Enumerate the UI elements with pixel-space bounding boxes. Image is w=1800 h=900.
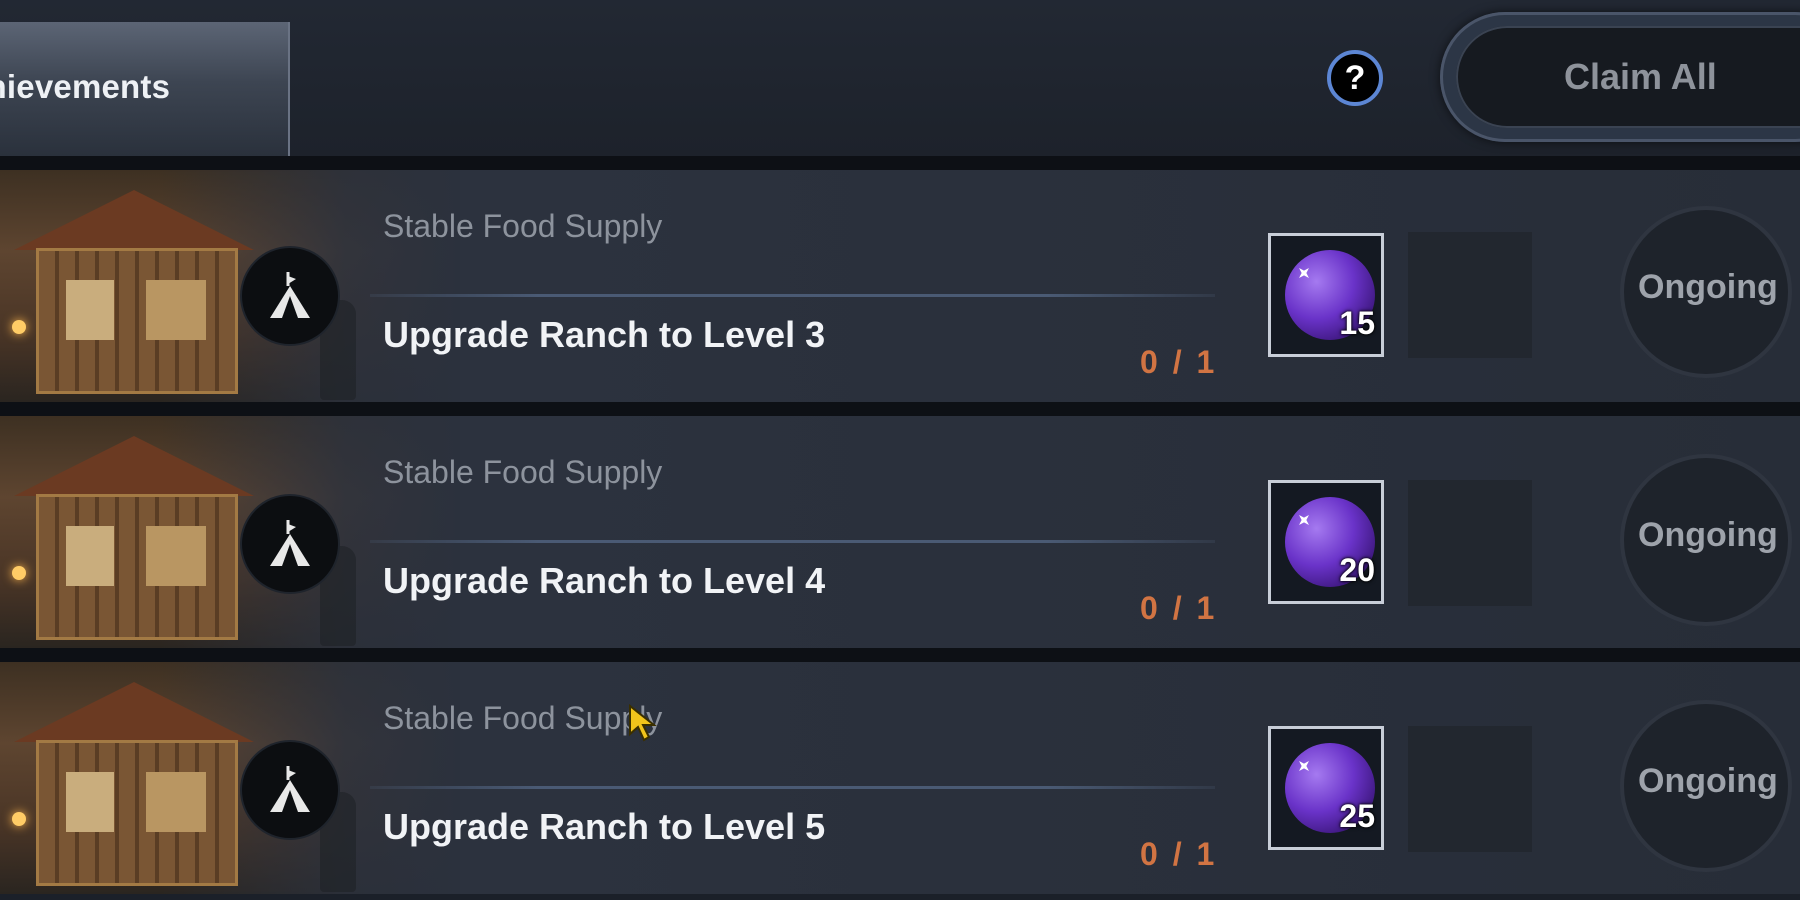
row-divider [370, 786, 1215, 789]
achievement-title: Upgrade Ranch to Level 4 [383, 560, 826, 601]
achievement-progress: 0 / 1 [1140, 344, 1218, 380]
status-button[interactable]: Ongoing [1620, 700, 1792, 872]
empty-reward-slot [1408, 480, 1532, 606]
tab-achievements[interactable]: chievements [0, 22, 290, 156]
achievement-progress: 0 / 1 [1140, 836, 1218, 872]
ranch-thumbnail [0, 662, 460, 894]
achievement-row: Stable Food Supply Upgrade Ranch to Leve… [0, 416, 1800, 648]
row-divider [370, 540, 1215, 543]
help-button[interactable]: ? [1327, 50, 1383, 106]
status-label: Ongoing [1638, 268, 1778, 306]
header-bar: chievements ? Claim All [0, 0, 1800, 156]
achievements-screen: chievements ? Claim All Stable Food Supp… [0, 0, 1800, 900]
achievement-progress: 0 / 1 [1140, 590, 1218, 626]
reward-slot[interactable]: 15 [1268, 233, 1384, 357]
achievement-category: Stable Food Supply [383, 454, 663, 490]
achievement-category: Stable Food Supply [383, 208, 663, 244]
empty-reward-slot [1408, 726, 1532, 852]
status-label: Ongoing [1638, 762, 1778, 800]
mouse-cursor-icon [629, 704, 657, 742]
empty-reward-slot [1408, 232, 1532, 358]
achievement-title: Upgrade Ranch to Level 3 [383, 314, 826, 355]
status-label: Ongoing [1638, 516, 1778, 554]
achievement-row: Stable Food Supply Upgrade Ranch to Leve… [0, 170, 1800, 402]
reward-quantity: 25 [1339, 798, 1375, 834]
claim-all-button[interactable]: Claim All [1456, 26, 1800, 128]
reward-quantity: 20 [1339, 552, 1375, 588]
tent-icon [242, 248, 338, 344]
reward-slot[interactable]: 25 [1268, 726, 1384, 850]
tent-icon [242, 496, 338, 592]
reward-quantity: 15 [1339, 305, 1375, 341]
ranch-thumbnail [0, 416, 460, 648]
row-separator [0, 648, 1800, 662]
achievement-row: Stable Food Supply Upgrade Ranch to Leve… [0, 662, 1800, 894]
row-divider [370, 294, 1215, 297]
tent-icon [242, 742, 338, 838]
reward-slot[interactable]: 20 [1268, 480, 1384, 604]
ranch-thumbnail [0, 170, 460, 402]
status-button[interactable]: Ongoing [1620, 206, 1792, 378]
achievement-category: Stable Food Supply [383, 700, 663, 736]
header-divider [0, 156, 1800, 170]
row-separator [0, 402, 1800, 416]
tab-achievements-label: chievements [0, 68, 171, 105]
claim-all-label: Claim All [1564, 56, 1717, 97]
status-button[interactable]: Ongoing [1620, 454, 1792, 626]
question-mark-icon: ? [1344, 58, 1366, 97]
achievement-title: Upgrade Ranch to Level 5 [383, 806, 826, 847]
